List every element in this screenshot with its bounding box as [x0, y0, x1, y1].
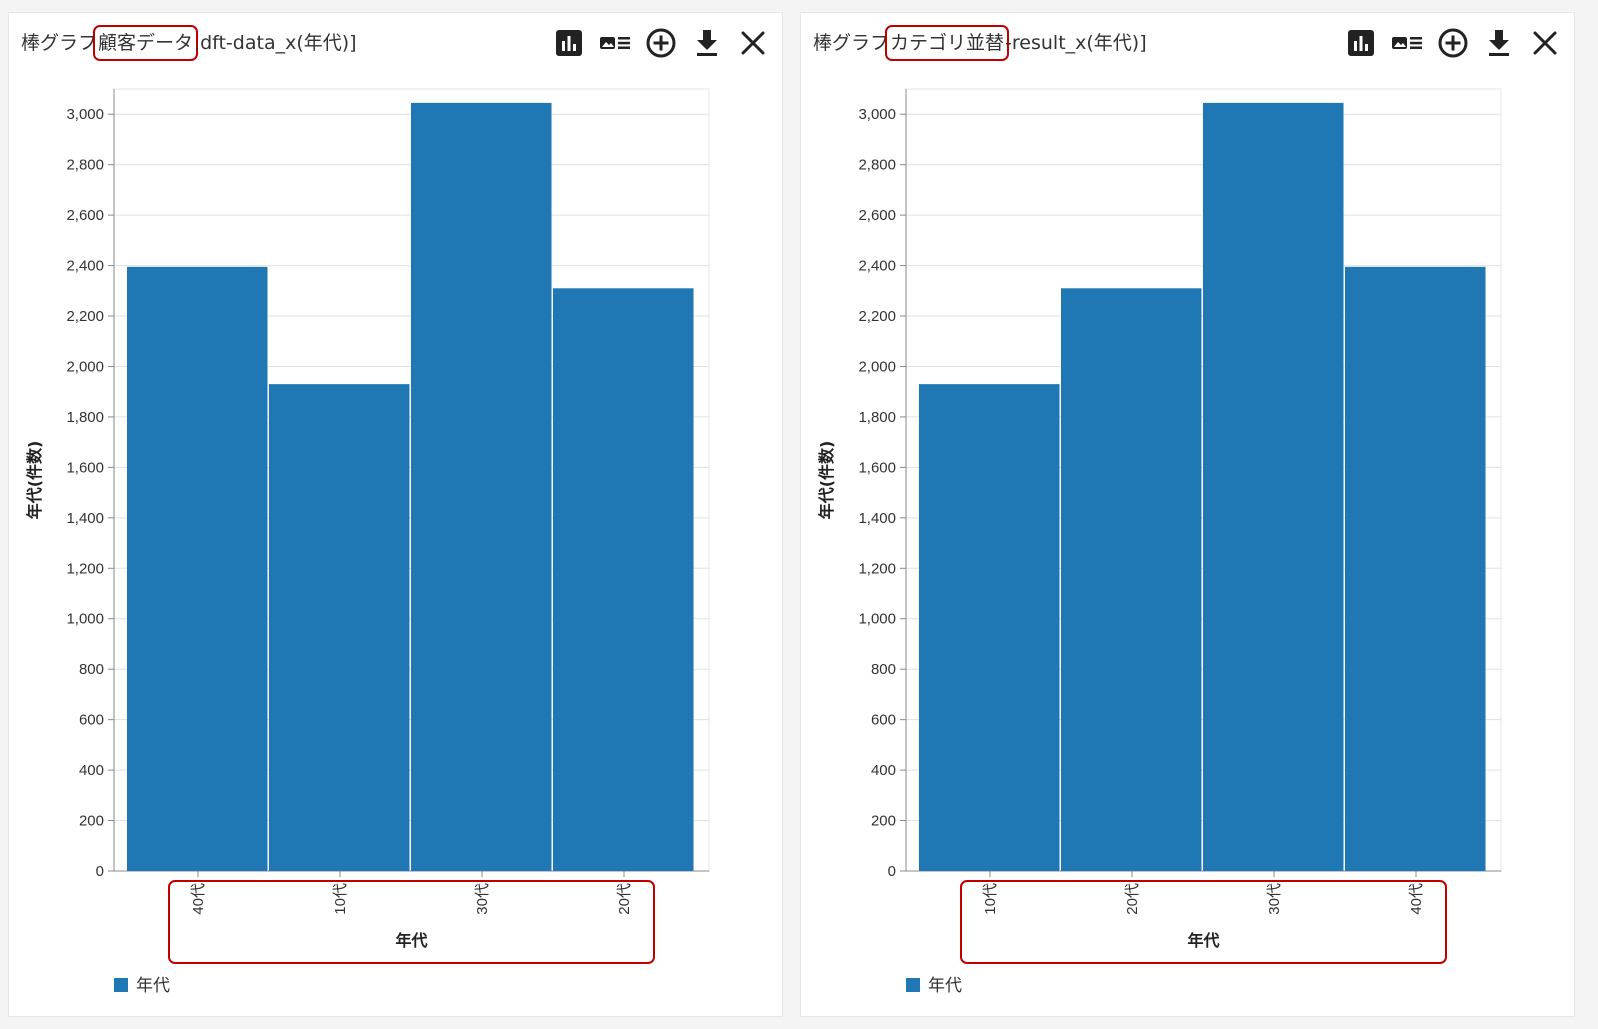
x-tick-label: 30代 [1266, 883, 1283, 915]
y-axis-title: 年代(件数) [817, 441, 836, 520]
add-circle-icon[interactable] [644, 27, 678, 59]
bar [1203, 102, 1344, 871]
bar-chart-icon[interactable] [1344, 27, 1378, 59]
y-tick-label: 2,800 [66, 157, 104, 174]
bar [1061, 288, 1202, 871]
bar [127, 266, 268, 871]
x-tick-label: 30代 [474, 883, 491, 915]
y-tick-label: 1,200 [858, 560, 896, 577]
title-highlight: カテゴリ並替 [885, 25, 1010, 61]
title-suffix: -result_x(年代)] [1005, 32, 1147, 54]
x-tick-label: 10代 [982, 883, 999, 915]
y-tick-label: 3,000 [858, 106, 896, 123]
x-axis-title: 年代 [395, 931, 427, 950]
x-axis-title: 年代 [1187, 931, 1219, 950]
y-tick-label: 600 [871, 712, 896, 729]
panel-toolbar [540, 27, 770, 59]
y-tick-label: 1,400 [66, 510, 104, 527]
download-icon[interactable] [690, 27, 724, 59]
y-tick-label: 2,600 [66, 207, 104, 224]
bar-chart: 0 200 400 600 800 1,000 1,200 1,400 1,600 1,800 2,… [817, 88, 1502, 996]
title-suffix: .dft-data_x(年代)] [194, 32, 357, 54]
bar-chart: 0 200 400 600 800 1,000 1,200 1,400 1,600 1,800 2,… [25, 88, 710, 996]
title-prefix: 棒グラフ [813, 32, 890, 54]
bar [269, 384, 410, 871]
x-tick-label: 10代 [332, 883, 349, 915]
y-tick-label: 2,200 [858, 308, 896, 325]
bar [1345, 266, 1486, 871]
highlight-box [960, 880, 1447, 964]
chart-panel-left: 棒グラフ顧客データ.dft-data_x(年代)] 0 200 400 600 800 1… [8, 12, 783, 1017]
y-tick-label: 400 [871, 762, 896, 779]
y-tick-label: 800 [871, 661, 896, 678]
close-icon[interactable] [736, 27, 770, 59]
y-tick-label: 1,000 [66, 611, 104, 628]
y-tick-label: 200 [79, 813, 104, 830]
y-tick-label: 800 [79, 661, 104, 678]
panel-header: 棒グラフカテゴリ並替-result_x(年代)] [801, 13, 1574, 71]
y-tick-label: 2,200 [66, 308, 104, 325]
bar [553, 288, 694, 871]
y-tick-label: 2,000 [66, 358, 104, 375]
y-tick-label: 0 [96, 863, 104, 880]
panel-title: 棒グラフカテゴリ並替-result_x(年代)] [813, 25, 1147, 61]
legend-icon[interactable] [1390, 27, 1424, 59]
x-tick-label: 40代 [1408, 883, 1425, 915]
panel-title: 棒グラフ顧客データ.dft-data_x(年代)] [21, 25, 357, 61]
x-tick-label: 40代 [190, 883, 207, 915]
y-tick-label: 600 [79, 712, 104, 729]
y-tick-label: 1,000 [858, 611, 896, 628]
download-icon[interactable] [1482, 27, 1516, 59]
title-highlight: 顧客データ [93, 25, 199, 61]
y-tick-label: 1,600 [858, 459, 896, 476]
panel-header: 棒グラフ顧客データ.dft-data_x(年代)] [9, 13, 782, 71]
y-tick-label: 0 [888, 863, 896, 880]
y-tick-label: 2,400 [858, 258, 896, 275]
y-axis-title: 年代(件数) [25, 441, 44, 520]
legend-icon[interactable] [598, 27, 632, 59]
y-tick-label: 3,000 [66, 106, 104, 123]
y-tick-label: 1,400 [858, 510, 896, 527]
y-tick-label: 200 [871, 813, 896, 830]
y-tick-label: 2,600 [858, 207, 896, 224]
x-tick-label: 20代 [1124, 883, 1141, 915]
add-circle-icon[interactable] [1436, 27, 1470, 59]
chart-panel-right: 棒グラフカテゴリ並替-result_x(年代)] 0 200 400 600 800 1,… [800, 12, 1575, 1017]
highlight-box [168, 880, 655, 964]
x-tick-label: 20代 [616, 883, 633, 915]
legend-swatch [114, 978, 128, 992]
bar-chart-icon[interactable] [552, 27, 586, 59]
y-tick-label: 2,000 [858, 358, 896, 375]
legend-label: 年代 [136, 976, 170, 996]
y-tick-label: 1,800 [858, 409, 896, 426]
bar [411, 102, 552, 871]
y-tick-label: 2,400 [66, 258, 104, 275]
panel-toolbar [1332, 27, 1562, 59]
legend-swatch [906, 978, 920, 992]
y-tick-label: 2,800 [858, 157, 896, 174]
bar [919, 384, 1060, 871]
legend-label: 年代 [928, 976, 962, 996]
y-tick-label: 1,600 [66, 459, 104, 476]
close-icon[interactable] [1528, 27, 1562, 59]
y-tick-label: 400 [79, 762, 104, 779]
title-prefix: 棒グラフ [21, 32, 98, 54]
y-tick-label: 1,200 [66, 560, 104, 577]
y-tick-label: 1,800 [66, 409, 104, 426]
